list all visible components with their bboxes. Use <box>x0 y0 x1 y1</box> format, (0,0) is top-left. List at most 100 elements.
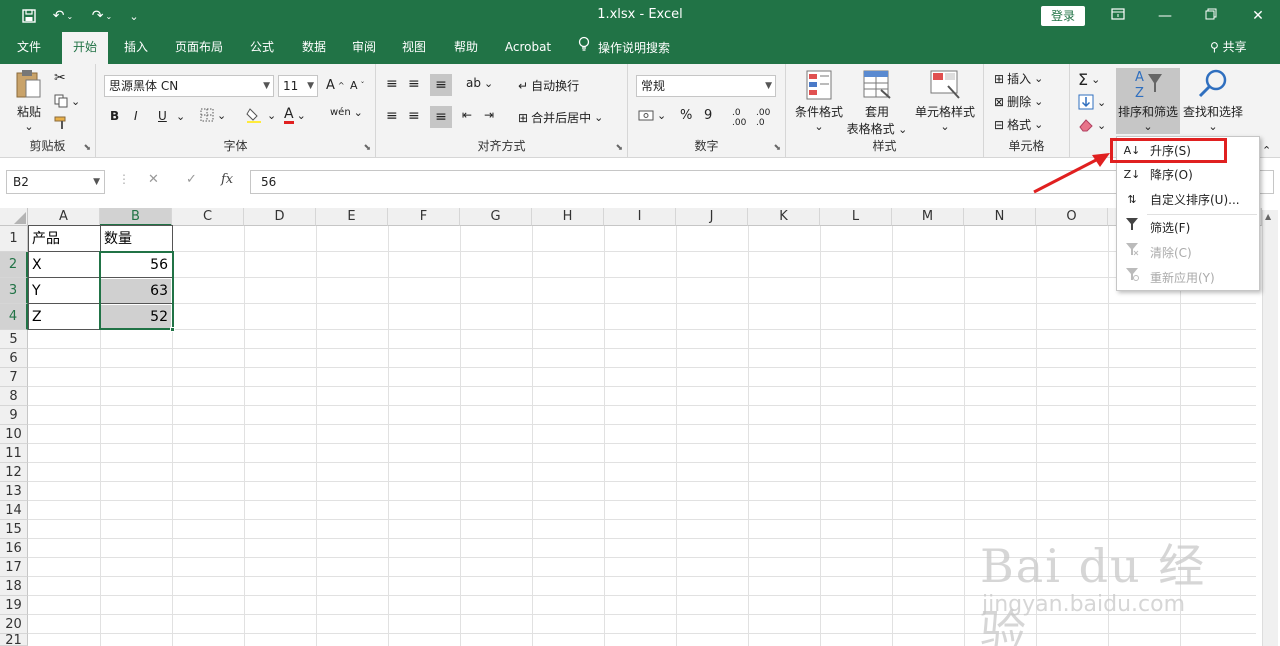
borders-icon[interactable]: ⌄ <box>200 108 226 122</box>
redo-icon[interactable]: ↷ ⌄ <box>86 6 118 26</box>
vertical-scrollbar[interactable]: ▲ <box>1262 210 1278 646</box>
row-header-17[interactable]: 17 <box>0 558 28 577</box>
menu-item-filter[interactable]: 筛选(F) <box>1117 216 1259 240</box>
row-header-16[interactable]: 16 <box>0 539 28 558</box>
customize-quick-access-icon[interactable]: ⌄ <box>126 6 142 26</box>
row-header-19[interactable]: 19 <box>0 596 28 615</box>
dialog-launcher-icon[interactable]: ⬊ <box>773 143 781 153</box>
dialog-launcher-icon[interactable]: ⬊ <box>615 143 623 153</box>
cell-styles-button[interactable]: 单元格样式 ⌄ <box>910 70 980 133</box>
decrease-font-size-icon[interactable]: Aˇ <box>350 79 365 92</box>
tab-data[interactable]: 数据 <box>292 32 336 64</box>
row-header-21[interactable]: 21 <box>0 634 28 646</box>
column-header-b[interactable]: B <box>100 208 172 226</box>
wrap-text-button[interactable]: ↵ 自动换行 <box>518 77 579 94</box>
sort-filter-button[interactable]: AZ 排序和筛选 ⌄ <box>1116 68 1180 134</box>
decrease-decimal-icon[interactable]: .00.0 <box>756 108 770 128</box>
enter-check-icon[interactable]: ✓ <box>186 172 197 187</box>
italic-button[interactable]: I <box>134 109 138 123</box>
tab-file[interactable]: 文件 <box>6 32 52 64</box>
align-left-icon[interactable]: ≡ <box>386 108 398 124</box>
phonetic-guide-icon[interactable]: wén ⌄ <box>330 106 363 119</box>
fill-handle[interactable] <box>170 327 175 332</box>
number-format-combo[interactable]: 常规 ▼ <box>636 75 776 97</box>
dialog-launcher-icon[interactable]: ⬊ <box>363 143 371 153</box>
share-button[interactable]: ⚲ 共享 <box>1210 32 1247 64</box>
tab-help[interactable]: 帮助 <box>444 32 488 64</box>
ribbon-display-options-icon[interactable] <box>1108 6 1128 26</box>
dialog-launcher-icon[interactable]: ⬊ <box>83 143 91 153</box>
middle-align-icon[interactable]: ≡ <box>408 76 420 92</box>
column-header-n[interactable]: N <box>964 208 1036 226</box>
tab-page-layout[interactable]: 页面布局 <box>168 32 230 64</box>
row-header-13[interactable]: 13 <box>0 482 28 501</box>
increase-indent-icon[interactable]: ⇥ <box>484 108 494 122</box>
orientation-icon[interactable]: ab ⌄ <box>466 76 493 90</box>
chevron-down-icon[interactable]: ⌄ <box>176 110 185 123</box>
row-header-5[interactable]: 5 <box>0 330 28 349</box>
restore-icon[interactable] <box>1201 6 1221 26</box>
login-button[interactable]: 登录 <box>1041 6 1085 26</box>
tab-acrobat[interactable]: Acrobat <box>496 32 560 64</box>
column-header-l[interactable]: L <box>820 208 892 226</box>
column-header-d[interactable]: D <box>244 208 316 226</box>
increase-font-size-icon[interactable]: A ^ <box>326 78 345 93</box>
column-header-k[interactable]: K <box>748 208 820 226</box>
menu-item-clear[interactable]: 清除(C) <box>1117 241 1259 265</box>
column-header-g[interactable]: G <box>460 208 532 226</box>
column-header-j[interactable]: J <box>676 208 748 226</box>
fill-icon[interactable]: ⌄ <box>1078 94 1106 110</box>
tab-formulas[interactable]: 公式 <box>240 32 284 64</box>
collapse-ribbon-icon[interactable]: ⌃ <box>1262 144 1271 157</box>
font-color-icon[interactable]: A ⌄ <box>284 107 306 124</box>
decrease-indent-icon[interactable]: ⇤ <box>462 108 472 122</box>
name-box[interactable]: B2 ▼ <box>6 170 105 194</box>
align-right-icon[interactable]: ≡ <box>430 106 452 128</box>
select-all-corner[interactable] <box>0 208 28 226</box>
close-icon[interactable]: ✕ <box>1248 6 1268 26</box>
undo-icon[interactable]: ↶ ⌄ <box>48 6 78 26</box>
column-header-f[interactable]: F <box>388 208 460 226</box>
font-size-combo[interactable]: 11 ▼ <box>278 75 318 97</box>
format-painter-icon[interactable] <box>54 116 70 130</box>
tab-home[interactable]: 开始 <box>62 32 108 64</box>
format-as-table-button[interactable]: 套用 表格格式 ⌄ <box>846 70 908 137</box>
tab-review[interactable]: 审阅 <box>342 32 386 64</box>
bottom-align-icon[interactable]: ≡ <box>430 74 452 96</box>
column-header-a[interactable]: A <box>28 208 100 226</box>
column-header-o[interactable]: O <box>1036 208 1108 226</box>
percent-button[interactable]: % <box>680 108 692 123</box>
column-header-c[interactable]: C <box>172 208 244 226</box>
row-header-1[interactable]: 1 <box>0 226 28 252</box>
delete-cells-button[interactable]: ⊠ 删除 ⌄ <box>994 93 1043 110</box>
row-header-3[interactable]: 3 <box>0 278 28 304</box>
row-header-10[interactable]: 10 <box>0 425 28 444</box>
format-cells-button[interactable]: ⊟ 格式 ⌄ <box>994 116 1043 133</box>
align-center-icon[interactable]: ≡ <box>408 108 420 124</box>
column-header-h[interactable]: H <box>532 208 604 226</box>
copy-icon[interactable]: ⌄ <box>54 94 80 108</box>
tab-insert[interactable]: 插入 <box>114 32 158 64</box>
minimize-icon[interactable]: — <box>1155 6 1175 26</box>
column-header-m[interactable]: M <box>892 208 964 226</box>
row-header-14[interactable]: 14 <box>0 501 28 520</box>
insert-cells-button[interactable]: ⊞ 插入 ⌄ <box>994 70 1043 87</box>
cancel-icon[interactable]: ✕ <box>148 172 159 187</box>
autosum-icon[interactable]: Σ ⌄ <box>1078 70 1100 89</box>
accounting-format-icon[interactable]: ⌄ <box>638 108 666 122</box>
row-header-7[interactable]: 7 <box>0 368 28 387</box>
top-align-icon[interactable]: ≡ <box>386 76 398 92</box>
scroll-up-icon[interactable]: ▲ <box>1265 212 1271 221</box>
row-header-20[interactable]: 20 <box>0 615 28 634</box>
tab-view[interactable]: 视图 <box>392 32 436 64</box>
column-header-e[interactable]: E <box>316 208 388 226</box>
row-header-11[interactable]: 11 <box>0 444 28 463</box>
underline-button[interactable]: U <box>158 109 167 123</box>
column-header-i[interactable]: I <box>604 208 676 226</box>
find-select-button[interactable]: 查找和选择 ⌄ <box>1180 68 1246 133</box>
row-header-2[interactable]: 2 <box>0 252 28 278</box>
row-header-4[interactable]: 4 <box>0 304 28 330</box>
clear-eraser-icon[interactable]: ⌄ <box>1078 118 1106 132</box>
paste-button[interactable]: 粘贴 ⌄ <box>10 68 48 133</box>
menu-item-reapply[interactable]: 重新应用(Y) <box>1117 266 1259 290</box>
